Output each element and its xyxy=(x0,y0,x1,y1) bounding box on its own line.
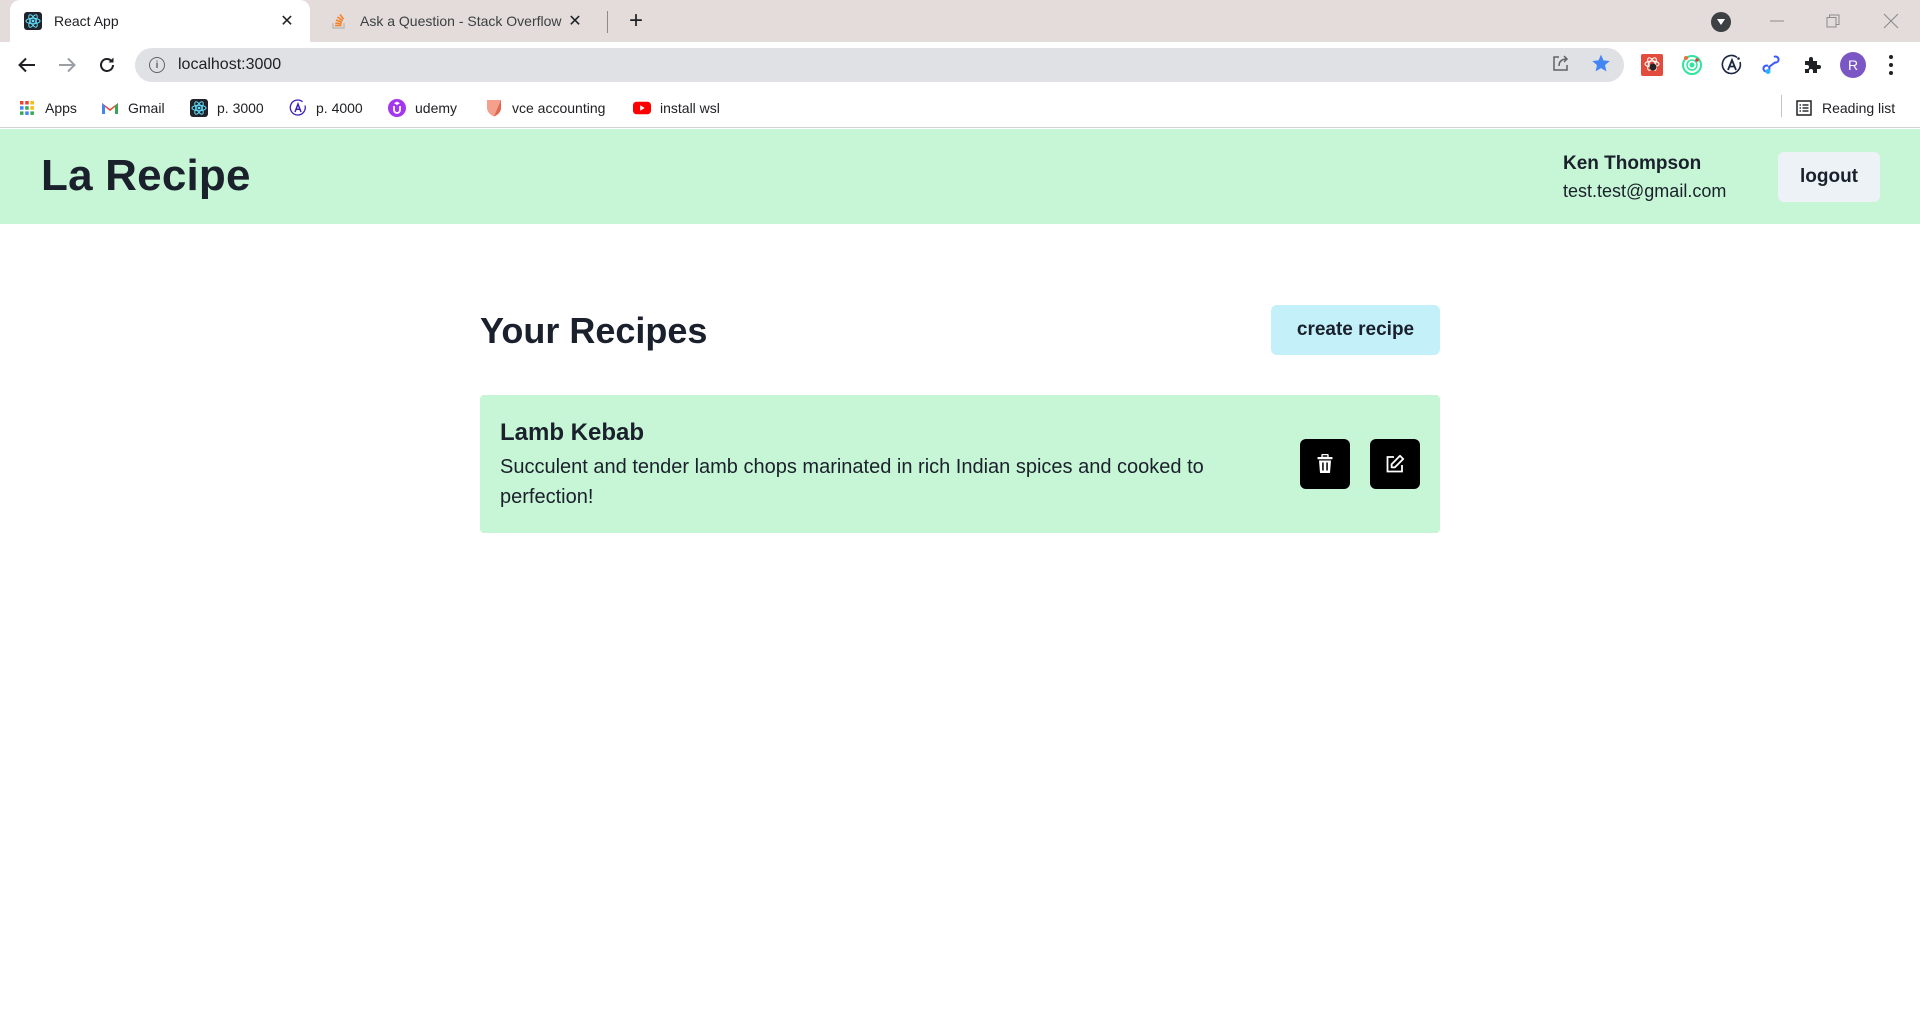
browser-toolbar: i localhost:3000 R xyxy=(0,42,1920,88)
back-button[interactable] xyxy=(13,51,41,79)
bookmark-apps[interactable]: Apps xyxy=(18,97,77,119)
extension-react-devtools[interactable] xyxy=(1640,53,1664,77)
tab-title: Ask a Question - Stack Overflow xyxy=(360,13,562,29)
share-button[interactable] xyxy=(1548,50,1574,76)
delete-recipe-button[interactable] xyxy=(1300,439,1350,489)
bookmark-label: vce accounting xyxy=(512,100,606,116)
user-info: Ken Thompson test.test@gmail.com xyxy=(1563,151,1726,205)
extension-graphql[interactable] xyxy=(1760,53,1784,77)
tab-stack-overflow[interactable]: Ask a Question - Stack Overflow ✕ xyxy=(318,0,596,42)
bookmark-udemy[interactable]: udemy xyxy=(388,97,457,119)
bookmark-gmail[interactable]: Gmail xyxy=(101,97,165,119)
extension-orbit[interactable] xyxy=(1680,53,1704,77)
bookmark-separator xyxy=(1781,95,1782,117)
stackoverflow-icon xyxy=(330,12,348,30)
browser-tab-strip: React App ✕ Ask a Question - Stack Overf… xyxy=(0,0,1920,42)
menu-dot xyxy=(1889,71,1893,75)
minimize-icon xyxy=(1770,20,1784,22)
restore-button[interactable] xyxy=(1818,6,1848,36)
menu-dot xyxy=(1889,63,1893,67)
tab-separator xyxy=(607,11,608,33)
udemy-icon xyxy=(388,99,406,117)
info-icon[interactable]: i xyxy=(149,57,165,73)
react-icon xyxy=(190,99,208,117)
bookmark-label: Apps xyxy=(45,100,77,116)
bug-icon xyxy=(1641,54,1663,76)
arrow-left-icon xyxy=(18,57,35,73)
restore-icon xyxy=(1826,14,1840,28)
star-icon xyxy=(1592,54,1610,72)
reload-button[interactable] xyxy=(93,51,121,79)
youtube-icon xyxy=(633,99,651,117)
user-name: Ken Thompson xyxy=(1563,153,1702,174)
chevron-down-icon xyxy=(1717,19,1725,25)
edit-icon xyxy=(1386,454,1405,473)
bookmark-label: p. 3000 xyxy=(217,100,264,116)
bookmark-label: Gmail xyxy=(128,100,165,116)
tab-search-button[interactable] xyxy=(1711,12,1731,32)
bookmarks-bar: Apps Gmail p. 3000 p. 4000 udemy vce acc… xyxy=(0,88,1920,128)
apps-grid-icon xyxy=(18,99,36,117)
bookmark-install-wsl[interactable]: install wsl xyxy=(633,97,720,119)
bookmark-star-button[interactable] xyxy=(1588,50,1614,76)
reading-list-button[interactable]: Reading list xyxy=(1795,97,1895,119)
extension-apollo[interactable] xyxy=(1720,53,1744,77)
user-email: test.test@gmail.com xyxy=(1563,181,1727,201)
recipe-title[interactable]: Lamb Kebab xyxy=(500,419,644,447)
reading-list-icon xyxy=(1795,99,1813,117)
share-icon xyxy=(1553,55,1569,71)
reading-list-label: Reading list xyxy=(1822,100,1896,116)
close-tab-icon[interactable]: ✕ xyxy=(278,12,296,30)
bookmark-p3000[interactable]: p. 3000 xyxy=(190,97,264,119)
bookmark-label: udemy xyxy=(415,100,458,116)
link-chain-icon xyxy=(1762,55,1780,74)
app-logo-title[interactable]: La Recipe xyxy=(41,151,251,201)
tab-title: React App xyxy=(54,13,119,29)
forward-button[interactable] xyxy=(53,51,81,79)
extensions-button[interactable] xyxy=(1800,53,1824,77)
tab-react-app[interactable]: React App ✕ xyxy=(10,0,310,42)
close-tab-icon[interactable]: ✕ xyxy=(566,12,584,30)
bookmark-label: install wsl xyxy=(660,100,720,116)
puzzle-icon xyxy=(1805,57,1821,73)
apollo-icon xyxy=(1721,54,1742,75)
browser-menu-button[interactable] xyxy=(1885,53,1897,77)
reload-icon xyxy=(100,57,114,72)
create-recipe-button[interactable]: create recipe xyxy=(1271,305,1440,355)
bookmark-label: p. 4000 xyxy=(316,100,363,116)
arrow-right-icon xyxy=(59,57,76,73)
bookmark-p4000[interactable]: p. 4000 xyxy=(289,97,363,119)
trash-icon xyxy=(1317,454,1333,473)
url-text: localhost:3000 xyxy=(178,56,282,73)
orbit-icon xyxy=(1682,55,1702,75)
react-icon xyxy=(24,12,42,30)
close-icon xyxy=(1883,13,1899,29)
shield-icon xyxy=(485,99,503,117)
recipe-card: Lamb Kebab Succulent and tender lamb cho… xyxy=(480,395,1440,533)
menu-dot xyxy=(1889,55,1893,59)
app-header: La Recipe Ken Thompson test.test@gmail.c… xyxy=(0,129,1920,224)
new-tab-button[interactable]: + xyxy=(624,7,648,34)
edit-recipe-button[interactable] xyxy=(1370,439,1420,489)
minimize-button[interactable] xyxy=(1762,6,1792,36)
bookmark-vce-accounting[interactable]: vce accounting xyxy=(485,97,605,119)
address-bar[interactable]: i localhost:3000 xyxy=(135,48,1624,82)
close-window-button[interactable] xyxy=(1876,6,1906,36)
profile-avatar[interactable]: R xyxy=(1840,52,1866,78)
gmail-icon xyxy=(101,99,119,117)
logout-button[interactable]: logout xyxy=(1778,152,1880,202)
recipe-description: Succulent and tender lamb chops marinate… xyxy=(500,456,1204,508)
apollo-icon xyxy=(289,99,307,117)
page-title: Your Recipes xyxy=(480,310,708,351)
